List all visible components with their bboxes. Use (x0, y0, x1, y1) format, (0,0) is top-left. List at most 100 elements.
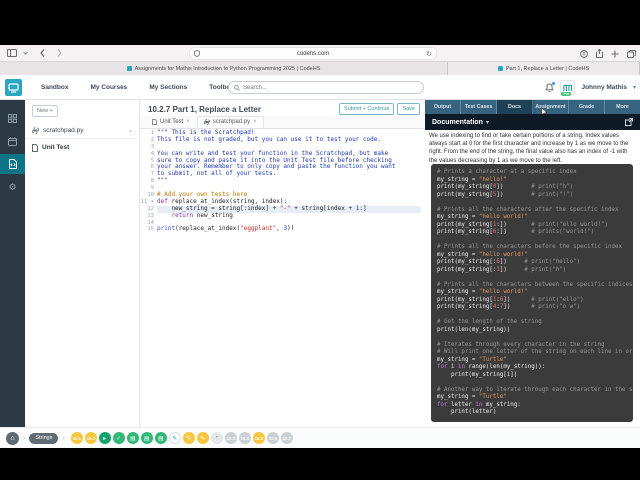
browser-tab-current[interactable]: Part 1, Replace a Letter | CodeHS (448, 62, 640, 75)
divider (25, 138, 140, 139)
close-tab-icon[interactable]: × (253, 119, 257, 125)
panel-tab-test-cases[interactable]: Test Cases (461, 100, 497, 114)
docs-code-line (437, 274, 627, 282)
search-input[interactable] (243, 84, 418, 91)
doc-icon: ▤ (129, 435, 136, 442)
line-number: 9 (150, 185, 154, 192)
nav-item-sandbox[interactable]: Sandbox (30, 84, 79, 91)
lesson-badge-10.6[interactable]: 10.6 (266, 432, 279, 444)
documentation-caret-icon[interactable]: ▾ (486, 119, 489, 126)
home-icon[interactable]: ⌂ (6, 431, 19, 445)
panel-tab-grade[interactable]: Grade (569, 100, 605, 114)
docs-code-line: my_string = "hello!" (437, 176, 507, 183)
left-rail: ⚙ (0, 100, 25, 427)
code-line-13[interactable]: 13 return new_string (140, 211, 425, 220)
dot-badge[interactable]: • (210, 432, 223, 444)
share-icon[interactable] (596, 49, 603, 58)
downloads-icon[interactable] (580, 49, 588, 58)
file-name: scratchpad.py (43, 127, 84, 134)
documentation-code-block: # Prints a character at a specific index… (431, 164, 633, 422)
new-file-button[interactable]: New + (32, 105, 58, 117)
doc-badge[interactable]: ▤ (126, 432, 139, 444)
nav-item-my-sections[interactable]: My Sections (138, 84, 198, 91)
editor-tab-scratchpad-py[interactable]: scratchpad.py × (196, 116, 264, 128)
documentation-title[interactable]: Documentation (432, 119, 483, 126)
docs-code-line: my_string = "Turtle" (437, 394, 507, 400)
code-line-8[interactable]: 8 """ (140, 177, 425, 185)
nav-item-my-courses[interactable]: My Courses (79, 84, 138, 91)
codehs-logo[interactable] (5, 79, 22, 96)
gear-icon[interactable]: ⚙ (0, 177, 25, 197)
code-file-icon[interactable] (0, 154, 25, 174)
code-line-2[interactable]: 2 This file is not graded, but you can us… (140, 136, 425, 144)
editor-tab-unit-test[interactable]: Unit Test × (145, 116, 197, 128)
lesson-badge-10.5[interactable]: 10.5 (252, 432, 265, 444)
line-number: 8 (150, 178, 154, 185)
back-button[interactable] (40, 49, 45, 57)
docs-code-line: # Will print one letter of the string on… (437, 349, 633, 355)
docs-code-line: my_string = "hello world!" (437, 251, 528, 258)
avatar[interactable]: Pro (560, 80, 576, 96)
editor-pane: 10.2.7 Part 1, Replace a Letter Submit +… (140, 100, 425, 427)
line-number: 13 (147, 212, 154, 219)
video-badge[interactable]: ▸ (98, 432, 111, 444)
code-line-7[interactable]: 7 to submit, not all of your tests. (140, 170, 425, 178)
notifications-bell-icon[interactable] (545, 81, 556, 93)
screen: codehs.com ↻ Assignments for Mathis Intr… (0, 0, 640, 480)
lesson-badge-10.4[interactable]: 10.4 (238, 432, 251, 444)
calendar-icon[interactable] (0, 131, 25, 151)
search-bar[interactable] (228, 81, 424, 94)
line-number: 2 (150, 136, 154, 143)
check-badge[interactable]: ✓ (112, 432, 125, 444)
panel-tab-docs[interactable]: Docs (497, 100, 533, 114)
reload-icon[interactable]: ↻ (426, 50, 432, 58)
user-menu-caret-icon[interactable]: ▾ (633, 84, 636, 91)
line-number: 7 (150, 171, 154, 178)
forward-button[interactable] (57, 49, 62, 57)
documentation-header: Documentation ▾ (425, 114, 640, 130)
docs-code-line (437, 237, 627, 245)
docs-code-line: # Get the length of the string (437, 319, 542, 325)
grid-icon[interactable] (0, 108, 25, 128)
lesson-badge-10.7[interactable]: 10.7 (280, 432, 293, 444)
file-panel: New + scratchpad.py ⌄ Unit Test (25, 100, 140, 427)
sidebar-caret-icon[interactable] (23, 51, 28, 55)
pencil-badge[interactable]: ✎ (168, 432, 181, 444)
new-tab-icon[interactable] (611, 50, 619, 58)
save-button[interactable]: Save (397, 103, 420, 115)
file-name: Unit Test (42, 144, 70, 151)
code-text: to submit, not all of your tests. (157, 170, 277, 178)
docs-code-line (437, 312, 627, 320)
pencil-badge[interactable]: ✎ (196, 432, 209, 444)
address-bar[interactable]: codehs.com ↻ (190, 48, 436, 59)
doc-badge[interactable]: ▤ (154, 432, 167, 444)
sidebar-toggle-icon[interactable] (7, 49, 17, 57)
user-name[interactable]: Johnny Mathis (581, 84, 627, 91)
code-line-15[interactable]: 15 print(replace_at_index("eggplant", 3)) (140, 226, 425, 233)
browser-tab-assignments[interactable]: Assignments for Mathis Introduction to P… (0, 62, 448, 75)
line-number: 14 (147, 219, 154, 226)
pencil-badge[interactable]: ✎ (182, 432, 195, 444)
section-pill[interactable]: Strings (29, 432, 59, 444)
panel-tab-output[interactable]: Output (425, 100, 461, 114)
doc-badge[interactable]: ▤ (140, 432, 153, 444)
file-row-scratchpad[interactable]: scratchpad.py ⌄ (25, 123, 140, 138)
docs-code-line (437, 379, 627, 387)
code-editor[interactable]: 1 """ This is the Scratchpad! 2 This file i… (140, 129, 425, 427)
lesson-badge-10.2[interactable]: 10.2 (84, 432, 97, 444)
panel-tab-more[interactable]: More (605, 100, 640, 114)
line-number: 11 ▾ (140, 198, 154, 205)
doc-icon: ▤ (143, 435, 150, 442)
panel-tab-assignment[interactable]: Assignment (533, 100, 569, 114)
code-text: return new_string (171, 211, 233, 219)
docs-code-line: print(my_string[0]) # print("h") (437, 184, 574, 190)
open-external-icon[interactable] (625, 118, 633, 126)
submit-continue-button[interactable]: Submit + Continue (339, 103, 395, 115)
close-tab-icon[interactable]: × (186, 119, 190, 125)
file-row-unit-test[interactable]: Unit Test (25, 140, 140, 155)
address-text: codehs.com (296, 50, 330, 57)
lesson-badge-10.3[interactable]: 10.3 (224, 432, 237, 444)
tab-overview-icon[interactable] (627, 49, 636, 58)
file-options-caret-icon[interactable]: ⌄ (128, 127, 133, 134)
lesson-badge-10.1[interactable]: 10.1 (70, 432, 83, 444)
